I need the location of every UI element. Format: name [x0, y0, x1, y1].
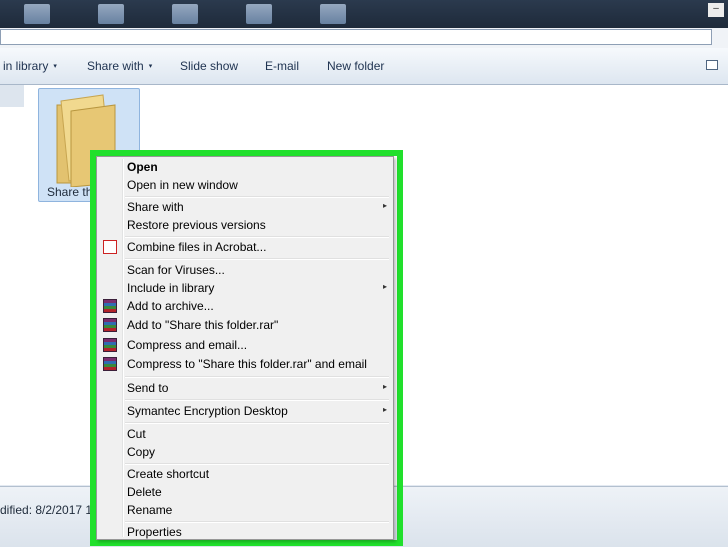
- menu-item-label: Share with: [127, 200, 184, 214]
- submenu-arrow-icon: ▸: [382, 201, 387, 210]
- menu-item-label: Compress and email...: [127, 338, 248, 352]
- minimize-button[interactable]: –: [708, 3, 724, 17]
- window-title-bar: –: [0, 0, 728, 28]
- menu-item-label: Scan for Viruses...: [127, 263, 225, 277]
- menu-separator: [125, 376, 389, 378]
- menu-item-label: Combine files in Acrobat...: [127, 240, 267, 254]
- menu-item-label: Delete: [127, 485, 162, 499]
- folder-name-label: Share thi: [47, 185, 96, 199]
- menu-item-rename[interactable]: Rename: [99, 501, 391, 519]
- menu-item-include-in-library[interactable]: Include in library ▸: [99, 279, 391, 297]
- menu-item-label: Cut: [127, 427, 146, 441]
- date-modified-text: dified: 8/2/2017 1: [0, 503, 93, 517]
- navigation-pane-edge: [0, 85, 24, 107]
- menu-item-label: Rename: [127, 503, 173, 517]
- menu-item-symantec-encryption-desktop[interactable]: Symantec Encryption Desktop ▸: [99, 402, 391, 420]
- email-button[interactable]: E-mail: [265, 59, 299, 73]
- menu-item-label: Properties: [127, 525, 182, 539]
- context-menu: Open Open in new window Share with ▸ Res…: [96, 156, 394, 540]
- menu-item-label: Add to "Share this folder.rar": [127, 318, 279, 332]
- menu-item-label: Include in library: [127, 281, 215, 295]
- menu-item-share-with[interactable]: Share with ▸: [99, 198, 391, 216]
- menu-item-combine-files-in-acrobat[interactable]: Combine files in Acrobat...: [99, 238, 391, 256]
- taskbar-thumbnail-icon[interactable]: [24, 4, 50, 24]
- command-toolbar: in library ▾ Share with ▾ Slide show E-mai…: [0, 48, 728, 85]
- submenu-arrow-icon: ▸: [382, 405, 387, 414]
- menu-item-compress-and-email[interactable]: Compress and email...: [99, 336, 391, 354]
- share-with-button[interactable]: Share with ▾: [87, 59, 152, 73]
- menu-item-scan-for-viruses[interactable]: Scan for Viruses...: [99, 261, 391, 279]
- winrar-icon: [103, 299, 117, 313]
- menu-item-send-to[interactable]: Send to ▸: [99, 379, 391, 397]
- include-in-library-label: in library: [3, 59, 49, 73]
- menu-item-delete[interactable]: Delete: [99, 483, 391, 501]
- menu-separator: [125, 258, 389, 260]
- menu-item-compress-to-rar-and-email[interactable]: Compress to "Share this folder.rar" and …: [99, 355, 391, 373]
- menu-item-label: Symantec Encryption Desktop: [127, 404, 288, 418]
- menu-item-add-to-rar[interactable]: Add to "Share this folder.rar": [99, 316, 391, 334]
- taskbar-thumbnail-icon[interactable]: [320, 4, 346, 24]
- preview-pane-icon[interactable]: [706, 60, 718, 70]
- menu-item-label: Send to: [127, 381, 169, 395]
- menu-item-label: Copy: [127, 445, 156, 459]
- address-row: [0, 28, 728, 49]
- menu-item-label: Add to archive...: [127, 299, 214, 313]
- acrobat-icon: [103, 240, 117, 254]
- menu-item-copy[interactable]: Copy: [99, 443, 391, 461]
- menu-item-label: Open in new window: [127, 178, 238, 192]
- menu-item-label: Create shortcut: [127, 467, 210, 481]
- menu-item-label: Open: [127, 160, 158, 174]
- menu-item-label: Compress to "Share this folder.rar" and …: [127, 357, 367, 371]
- share-with-label: Share with: [87, 59, 144, 73]
- menu-item-cut[interactable]: Cut: [99, 425, 391, 443]
- menu-separator: [125, 399, 389, 401]
- submenu-arrow-icon: ▸: [382, 382, 387, 391]
- menu-item-properties[interactable]: Properties: [99, 523, 391, 541]
- new-folder-button[interactable]: New folder: [327, 59, 384, 73]
- winrar-icon: [103, 357, 117, 371]
- taskbar-thumbnail-icon[interactable]: [172, 4, 198, 24]
- address-bar-input[interactable]: [0, 29, 712, 45]
- taskbar-thumbnail-icon[interactable]: [98, 4, 124, 24]
- menu-item-create-shortcut[interactable]: Create shortcut: [99, 465, 391, 483]
- menu-separator: [125, 422, 389, 424]
- dropdown-arrow-icon: ▾: [148, 63, 153, 70]
- winrar-icon: [103, 318, 117, 332]
- dropdown-arrow-icon: ▾: [53, 63, 57, 70]
- menu-item-label: Restore previous versions: [127, 218, 266, 232]
- menu-item-open-in-new-window[interactable]: Open in new window: [99, 176, 391, 194]
- slide-show-button[interactable]: Slide show: [180, 59, 238, 73]
- include-in-library-button[interactable]: in library ▾: [3, 59, 57, 73]
- menu-item-open[interactable]: Open: [99, 158, 391, 176]
- taskbar-thumbnail-icon[interactable]: [246, 4, 272, 24]
- menu-item-add-to-archive[interactable]: Add to archive...: [99, 297, 391, 315]
- menu-item-restore-previous-versions[interactable]: Restore previous versions: [99, 216, 391, 234]
- winrar-icon: [103, 338, 117, 352]
- submenu-arrow-icon: ▸: [382, 282, 387, 291]
